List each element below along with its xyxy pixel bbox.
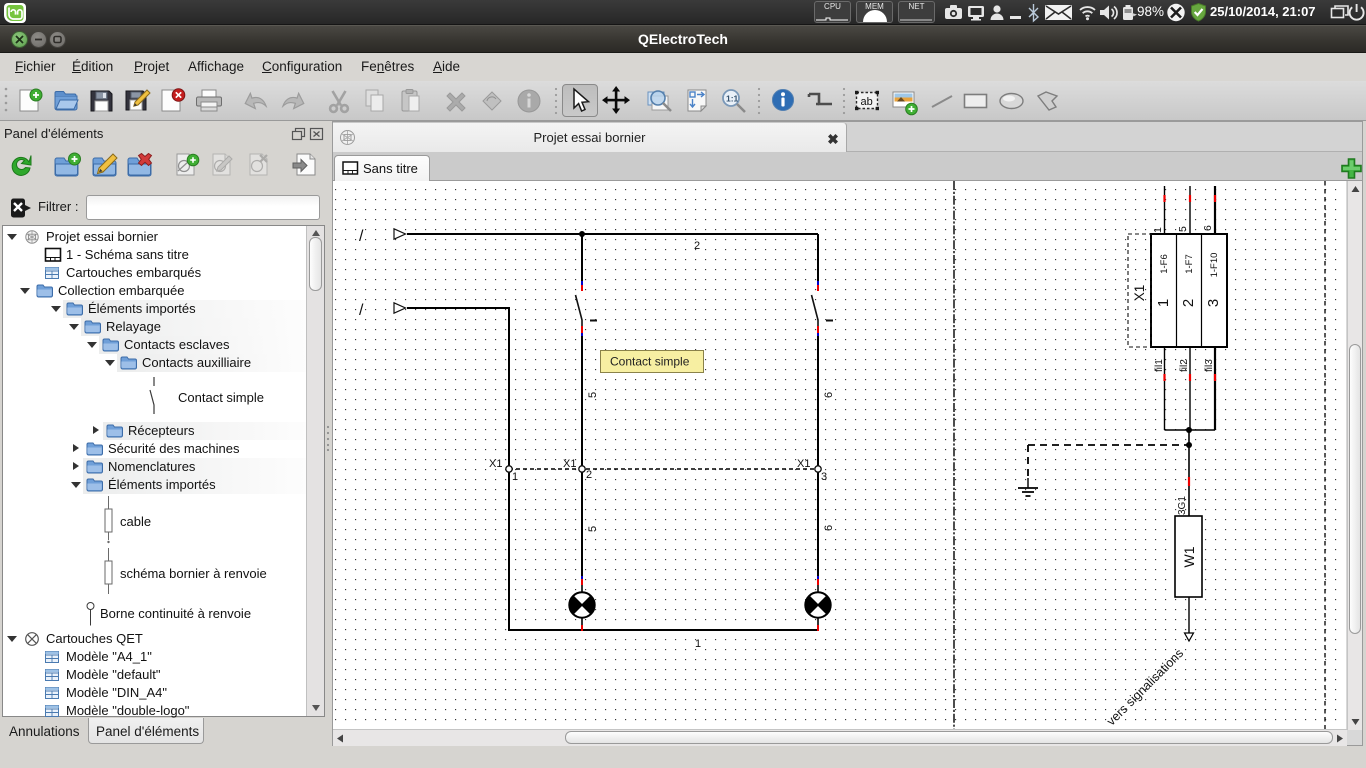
svg-text:1: 1 xyxy=(1155,299,1172,307)
svg-text:1: 1 xyxy=(695,638,701,650)
svg-text:1-F7: 1-F7 xyxy=(1184,254,1195,274)
svg-text:1: 1 xyxy=(512,471,518,483)
svg-text:/: / xyxy=(359,228,364,245)
svg-text:W1: W1 xyxy=(1181,546,1197,567)
svg-text:6: 6 xyxy=(1202,225,1214,231)
svg-text:X1: X1 xyxy=(489,458,502,470)
svg-text:6: 6 xyxy=(823,525,835,531)
svg-text:X1: X1 xyxy=(563,458,576,470)
svg-text:fil1: fil1 xyxy=(1154,359,1165,372)
svg-text:3: 3 xyxy=(1205,299,1222,307)
svg-text:5: 5 xyxy=(587,392,599,398)
svg-text:3: 3 xyxy=(821,471,827,483)
svg-text:fil2: fil2 xyxy=(1179,359,1190,372)
svg-text:2: 2 xyxy=(1180,299,1197,307)
svg-text:5: 5 xyxy=(587,526,599,532)
svg-text:2: 2 xyxy=(694,240,700,252)
svg-text:ab: ab xyxy=(861,96,873,108)
svg-text:fil3: fil3 xyxy=(1204,359,1215,372)
svg-text:X1: X1 xyxy=(797,458,810,470)
svg-text:1: 1 xyxy=(1152,227,1164,233)
svg-text:X1: X1 xyxy=(1132,285,1147,302)
svg-text:1-F10: 1-F10 xyxy=(1209,253,1220,278)
svg-text:1:1: 1:1 xyxy=(726,94,739,104)
svg-text:5: 5 xyxy=(1177,226,1189,232)
svg-text:1-F6: 1-F6 xyxy=(1159,254,1170,274)
svg-text:/: / xyxy=(359,302,364,319)
svg-text:3G1: 3G1 xyxy=(1177,496,1188,515)
svg-text:Contact simple: Contact simple xyxy=(610,355,690,369)
svg-text:2: 2 xyxy=(586,469,592,481)
svg-text:6: 6 xyxy=(823,392,835,398)
